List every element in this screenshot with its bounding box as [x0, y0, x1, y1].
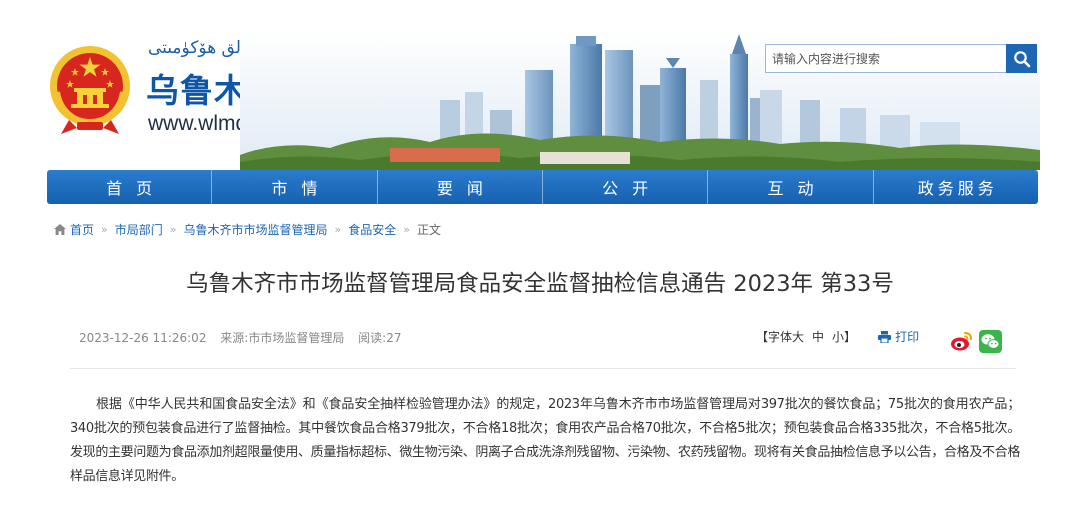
nav-item-interaction[interactable]: 互动 — [707, 170, 872, 204]
breadcrumb-separator: » — [403, 223, 410, 236]
publish-date: 2023-12-26 11:26:02 — [79, 331, 207, 345]
font-size-large-button[interactable]: 大 — [792, 330, 804, 344]
article-title: 乌鲁木齐市市场监督管理局食品安全监督抽检信息通告 2023年 第33号 — [186, 271, 894, 297]
breadcrumb-current: 正文 — [417, 223, 442, 237]
print-button[interactable]: 打印 — [878, 328, 919, 345]
search-button[interactable] — [1006, 44, 1037, 73]
article-tools: 【字体大中小】 打印 — [756, 328, 919, 345]
home-icon — [54, 224, 66, 235]
wechat-icon[interactable] — [979, 330, 1002, 353]
font-size-medium-button[interactable]: 中 — [812, 330, 824, 344]
site-header: ئۈرۈمچى شەھەرلىك خەلق ھۆكۈمىتى 乌鲁木齐市人民政府… — [0, 0, 1080, 170]
article-body: 根据《中华人民共和国食品安全法》和《食品安全抽样检验管理办法》的规定，2023年… — [70, 397, 1020, 484]
view-count: 阅读:27 — [358, 331, 402, 345]
breadcrumb-separator: » — [334, 223, 342, 236]
font-size-small-button[interactable]: 小】 — [832, 330, 856, 344]
article-source: 来源:市市场监督管理局 — [220, 331, 345, 345]
nav-item-gov-services[interactable]: 政务服务 — [872, 170, 1038, 204]
print-label: 打印 — [895, 330, 920, 344]
font-size-label: 【字体 — [756, 330, 793, 344]
breadcrumb-separator: » — [169, 223, 177, 236]
nav-item-city-info[interactable]: 市情 — [211, 170, 376, 204]
nav-item-public[interactable]: 公开 — [541, 170, 707, 204]
breadcrumb-separator: » — [101, 223, 108, 236]
breadcrumb-market-bureau-link[interactable]: 乌鲁木齐市市场监督管理局 — [184, 221, 328, 238]
weibo-icon[interactable] — [950, 330, 973, 353]
nav-item-news[interactable]: 要闻 — [376, 170, 542, 204]
search-icon — [1013, 50, 1030, 67]
font-size-control: 【字体大中小】 — [756, 328, 856, 345]
nav-item-home[interactable]: 首页 — [47, 170, 211, 204]
content-divider — [70, 368, 1016, 369]
article-meta: 2023-12-26 11:26:02 来源:市市场监督管理局 阅读:27 — [79, 329, 411, 346]
main-nav: 首页 市情 要闻 公开 互动 政务服务 — [47, 170, 1038, 204]
breadcrumb-home-link[interactable]: 首页 — [70, 221, 94, 238]
breadcrumb-departments-link[interactable]: 市局部门 — [115, 221, 163, 238]
breadcrumb: 首页 » 市局部门 » 乌鲁木齐市市场监督管理局 » 食品安全 » 正文 — [54, 221, 441, 238]
search-input[interactable] — [766, 45, 1006, 72]
printer-icon — [878, 330, 892, 343]
search-box — [765, 44, 1037, 73]
breadcrumb-food-safety-link[interactable]: 食品安全 — [348, 221, 396, 238]
national-emblem-icon[interactable] — [47, 40, 133, 136]
